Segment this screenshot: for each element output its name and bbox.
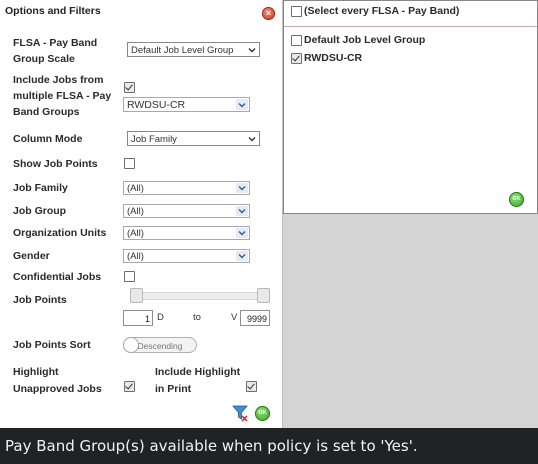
include-highlight-print-label: Include Highlight in Print — [155, 364, 240, 398]
include-highlight-print-label-line2: in Print — [155, 383, 192, 395]
options-filters-panel: Options and Filters × FLSA - Pay Band Gr… — [0, 0, 283, 428]
pay-band-group-select-value: RWDSU-CR — [127, 99, 186, 111]
gender-select[interactable]: (All) — [123, 249, 250, 263]
list-item-checkbox[interactable] — [291, 53, 302, 64]
confidential-jobs-label: Confidential Jobs — [13, 271, 102, 283]
highlight-unapproved-label-line1: Highlight — [13, 366, 59, 378]
highlight-unapproved-checkbox[interactable] — [124, 381, 135, 392]
org-units-select-value: (All) — [127, 228, 144, 239]
job-points-sort-value: Descending — [137, 341, 183, 351]
job-family-select-value: (All) — [127, 183, 144, 194]
chevron-down-icon — [236, 206, 248, 216]
chevron-down-icon — [236, 251, 248, 261]
flsa-scale-label-line2: Group Scale — [13, 53, 75, 65]
job-points-min-suffix: D — [157, 312, 164, 323]
tooltip: Pay Band Group(s) available when policy … — [0, 428, 538, 464]
chevron-down-icon — [236, 99, 248, 110]
column-mode-select-value: Job Family — [131, 134, 177, 145]
panel-title: Options and Filters — [5, 5, 101, 17]
job-points-slider-max-handle[interactable] — [257, 288, 270, 303]
include-jobs-label-line3: Band Groups — [13, 106, 80, 118]
job-points-sort-label: Job Points Sort — [13, 339, 91, 351]
column-mode-label: Column Mode — [13, 133, 83, 145]
flsa-scale-select-value: Default Job Level Group — [131, 45, 234, 56]
job-points-label: Job Points — [13, 294, 67, 306]
include-jobs-checkbox[interactable] — [124, 82, 135, 93]
flsa-scale-label-line1: FLSA - Pay Band — [13, 37, 98, 49]
job-points-max-input[interactable]: 9999 — [240, 310, 270, 326]
job-family-label: Job Family — [13, 182, 68, 194]
job-points-slider-min-handle[interactable] — [130, 288, 143, 303]
chevron-down-icon — [246, 133, 258, 144]
include-jobs-label-line2: multiple FLSA - Pay — [13, 90, 112, 102]
include-highlight-print-label-line1: Include Highlight — [155, 366, 241, 378]
include-jobs-label: Include Jobs from multiple FLSA - Pay Ba… — [13, 72, 111, 120]
filter-icon[interactable] — [232, 404, 248, 422]
chevron-down-icon — [246, 44, 258, 55]
include-jobs-label-line1: Include Jobs from — [13, 74, 104, 86]
pay-band-group-select[interactable]: RWDSU-CR — [123, 97, 250, 112]
ok-icon[interactable]: OK — [255, 406, 270, 421]
flsa-scale-select[interactable]: Default Job Level Group — [127, 42, 260, 57]
toggle-knob — [123, 337, 139, 353]
job-points-max-prefix: V — [231, 312, 238, 323]
ok-icon[interactable]: OK — [509, 192, 524, 207]
job-points-to-text: to — [193, 312, 201, 323]
highlight-unapproved-label: Highlight Unapproved Jobs — [13, 364, 102, 398]
list-item[interactable]: RWDSU-CR — [304, 52, 362, 64]
gender-label: Gender — [13, 250, 50, 262]
job-points-min-input[interactable]: 1 — [123, 310, 153, 326]
job-points-sort-toggle[interactable]: Descending — [123, 337, 197, 353]
job-family-select[interactable]: (All) — [123, 181, 250, 195]
org-units-select[interactable]: (All) — [123, 226, 250, 240]
close-icon[interactable]: × — [262, 7, 275, 20]
select-all-row[interactable]: (Select every FLSA - Pay Band) — [284, 1, 537, 27]
org-units-label: Organization Units — [13, 227, 107, 239]
job-group-select-value: (All) — [127, 206, 144, 217]
confidential-jobs-checkbox[interactable] — [124, 271, 135, 282]
include-highlight-print-checkbox[interactable] — [246, 381, 257, 392]
show-job-points-label: Show Job Points — [13, 158, 98, 170]
select-all-checkbox[interactable] — [291, 6, 302, 17]
job-points-slider-track[interactable] — [131, 292, 270, 300]
pay-band-dropdown-list: (Select every FLSA - Pay Band) Default J… — [283, 0, 538, 214]
list-item-checkbox[interactable] — [291, 35, 302, 46]
flsa-scale-label: FLSA - Pay Band Group Scale — [13, 35, 97, 67]
chevron-down-icon — [236, 183, 248, 193]
gender-select-value: (All) — [127, 251, 144, 262]
list-item[interactable]: Default Job Level Group — [304, 34, 425, 46]
highlight-unapproved-label-line2: Unapproved Jobs — [13, 383, 102, 395]
column-mode-select[interactable]: Job Family — [127, 131, 260, 146]
job-group-label: Job Group — [13, 205, 67, 217]
chevron-down-icon — [236, 228, 248, 238]
job-group-select[interactable]: (All) — [123, 204, 250, 218]
select-all-label: (Select every FLSA - Pay Band) — [304, 5, 460, 17]
show-job-points-checkbox[interactable] — [124, 158, 135, 169]
